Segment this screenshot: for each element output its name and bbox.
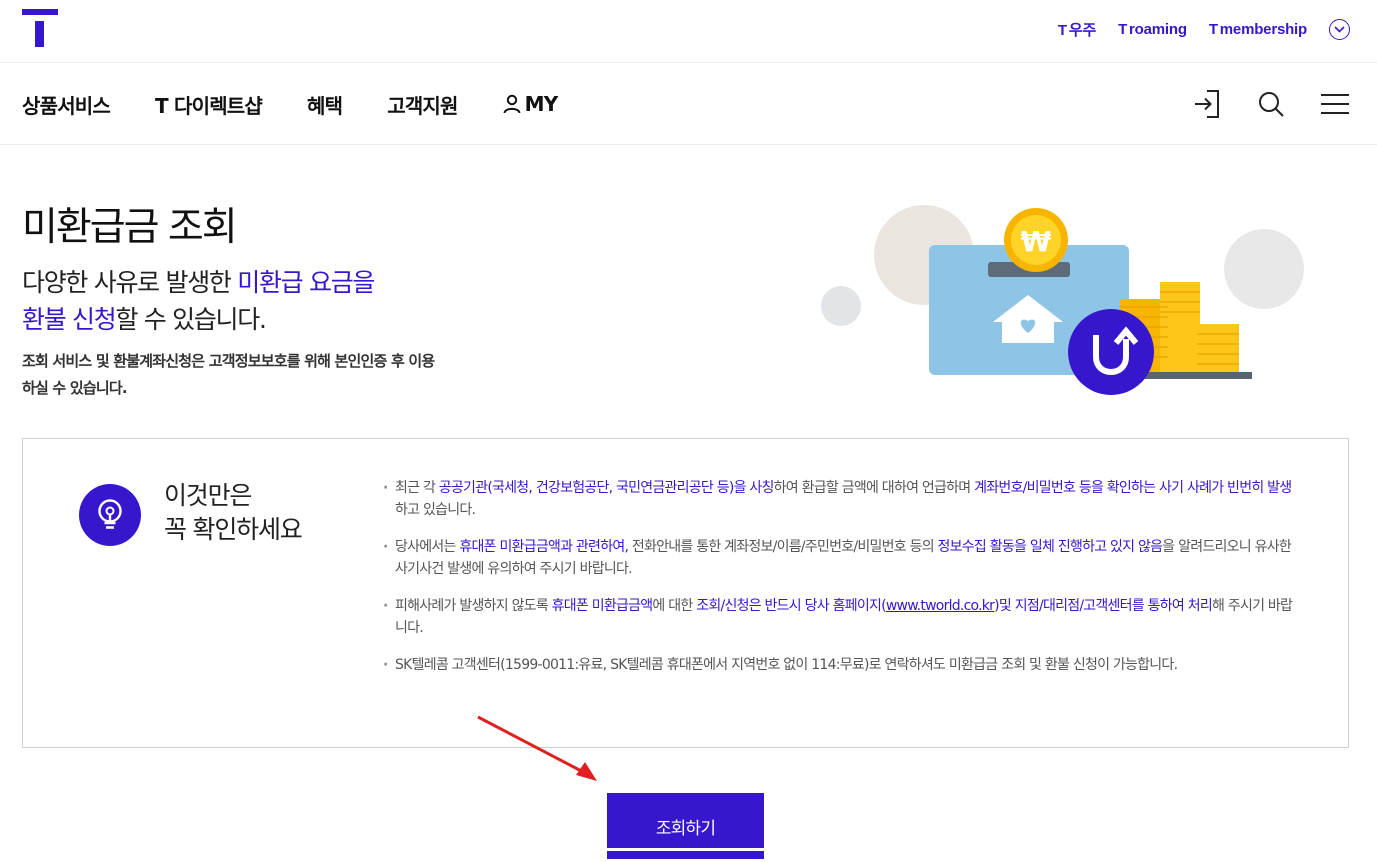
notice-text: 하고 있습니다. <box>395 502 476 518</box>
notice-item: 당사에서는 휴대폰 미환급금액과 관련하여, 전화안내를 통한 계좌정보/이름/… <box>381 536 1301 580</box>
link-t-roaming[interactable]: Troaming <box>1118 21 1187 38</box>
t-logo-icon[interactable] <box>22 9 58 47</box>
link-t-membership[interactable]: Tmembership <box>1209 21 1307 38</box>
notice-text: 하여 환급할 금액에 대하여 언급하며 <box>773 480 975 496</box>
button-divider <box>607 848 764 851</box>
red-arrow-annotation <box>477 715 597 781</box>
nav-benefits[interactable]: 혜택 <box>307 90 343 119</box>
refund-wallet-coins-illustration: ₩ <box>810 195 1310 405</box>
notice-text: 피해사례가 발생하지 않도록 <box>395 598 552 614</box>
notice-item: SK텔레콤 고객센터(1599-0011:유료, SK텔레콤 휴대폰에서 지역번… <box>381 654 1301 676</box>
login-icon[interactable] <box>1192 89 1222 119</box>
nav-products-services[interactable]: 상품서비스 <box>22 90 111 119</box>
notice-text: SK텔레콤 고객센터(1599-0011:유료, SK텔레콤 휴대폰에서 지역번… <box>395 657 1178 673</box>
notice-title: 이것만은 꼭 확인하세요 <box>164 481 303 544</box>
hamburger-menu-icon[interactable] <box>1320 89 1350 119</box>
page-title: 미환급금 조회 <box>22 205 238 250</box>
nav-t-direct-shop[interactable]: T 다이렉트샵 <box>155 90 263 119</box>
utility-links: T 우주 Troaming Tmembership <box>1058 16 1350 42</box>
notice-list: 최근 각 공공기관(국세청, 건강보험공단, 국민연금관리공단 등)을 사칭하여… <box>381 477 1301 691</box>
main-navigation: 상품서비스 T 다이렉트샵 혜택 고객지원 MY <box>0 63 1377 145</box>
coin-won-symbol: ₩ <box>1021 225 1052 258</box>
nav-my[interactable]: MY <box>503 92 558 116</box>
notice-text: 에 대한 <box>652 598 697 614</box>
notice-text: 최근 각 <box>395 480 439 496</box>
nav-my-label: MY <box>524 92 559 116</box>
link-t-woozoo[interactable]: T 우주 <box>1058 19 1096 40</box>
search-icon[interactable] <box>1256 89 1286 119</box>
hero-note: 조회 서비스 및 환불계좌신청은 고객정보보호를 위해 본인인증 후 이용하실 … <box>22 352 435 397</box>
chevron-down-circle-icon[interactable] <box>1329 18 1350 40</box>
gnb-menu: 상품서비스 T 다이렉트샵 혜택 고객지원 MY <box>22 63 558 145</box>
notice-item: 최근 각 공공기관(국세청, 건강보험공단, 국민연금관리공단 등)을 사칭하여… <box>381 477 1301 521</box>
notice-text: 공공기관(국세청, 건강보험공단, 국민연금관리공단 등)을 사칭 <box>438 480 775 496</box>
notice-item: 피해사례가 발생하지 않도록 휴대폰 미환급금액에 대한 조회/신청은 반드시 … <box>381 595 1301 639</box>
notice-text: 정보수집 활동을 일체 진행하고 있지 않음 <box>937 539 1163 555</box>
top-bar: T 우주 Troaming Tmembership <box>0 0 1377 63</box>
lightbulb-icon <box>79 484 141 546</box>
notice-box: 이것만은 꼭 확인하세요 최근 각 공공기관(국세청, 건강보험공단, 국민연금… <box>22 438 1349 748</box>
notice-text: 계좌번호/비밀번호 등을 확인하는 사기 사례가 빈번히 발생 <box>974 480 1292 496</box>
tworld-link[interactable]: www.tworld.co.kr <box>886 598 995 614</box>
notice-text: 조회/신청은 반드시 당사 홈페이지( <box>696 598 886 614</box>
notice-text: 휴대폰 미환급금액과 관련하여, <box>459 539 629 555</box>
notice-text: 휴대폰 미환급금액 <box>551 598 653 614</box>
notice-text: )및 지점/대리점/고객센터를 통하여 처리 <box>994 598 1213 614</box>
person-icon <box>503 94 521 114</box>
notice-text: 당사에서는 <box>395 539 460 555</box>
nav-customer-support[interactable]: 고객지원 <box>387 90 458 119</box>
hero-subtitle: 다양한 사유로 발생한 미환급 요금을 환불 신청할 수 있습니다. <box>22 268 375 334</box>
gnb-icons <box>1192 63 1350 145</box>
notice-text: 전화안내를 통한 계좌정보/이름/주민번호/비밀번호 등의 <box>628 539 938 555</box>
